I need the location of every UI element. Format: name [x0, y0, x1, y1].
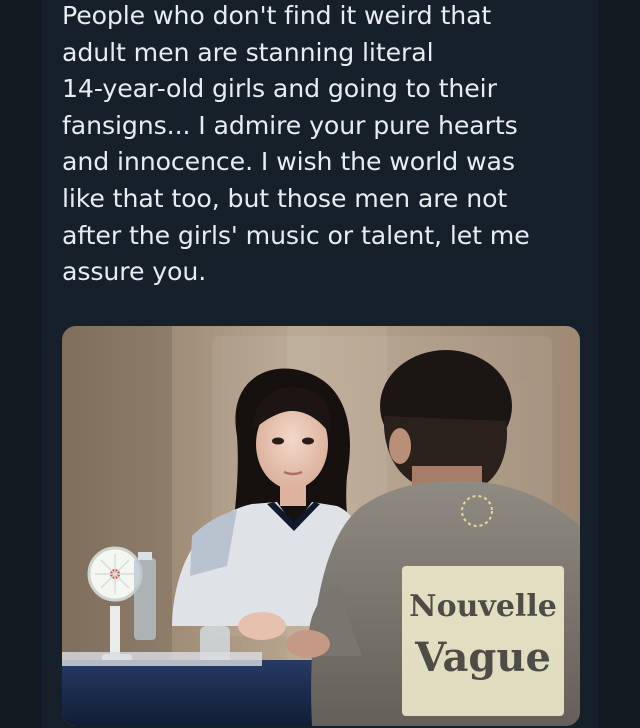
tweet-text: People who don't find it weird that adul… [62, 1, 530, 287]
right-margin [598, 0, 640, 728]
left-margin [0, 0, 42, 728]
tweet-card: People who don't find it weird that adul… [42, 0, 598, 728]
man-ear [389, 428, 411, 464]
fansign-photo-illustration: Nouvelle Vague [62, 326, 580, 726]
shirt-print-line-1: Nouvelle [409, 589, 557, 624]
tweet-photo[interactable]: Nouvelle Vague [62, 326, 580, 726]
water-bottle [134, 558, 156, 640]
shirt-print-line-2: Vague [414, 634, 551, 681]
